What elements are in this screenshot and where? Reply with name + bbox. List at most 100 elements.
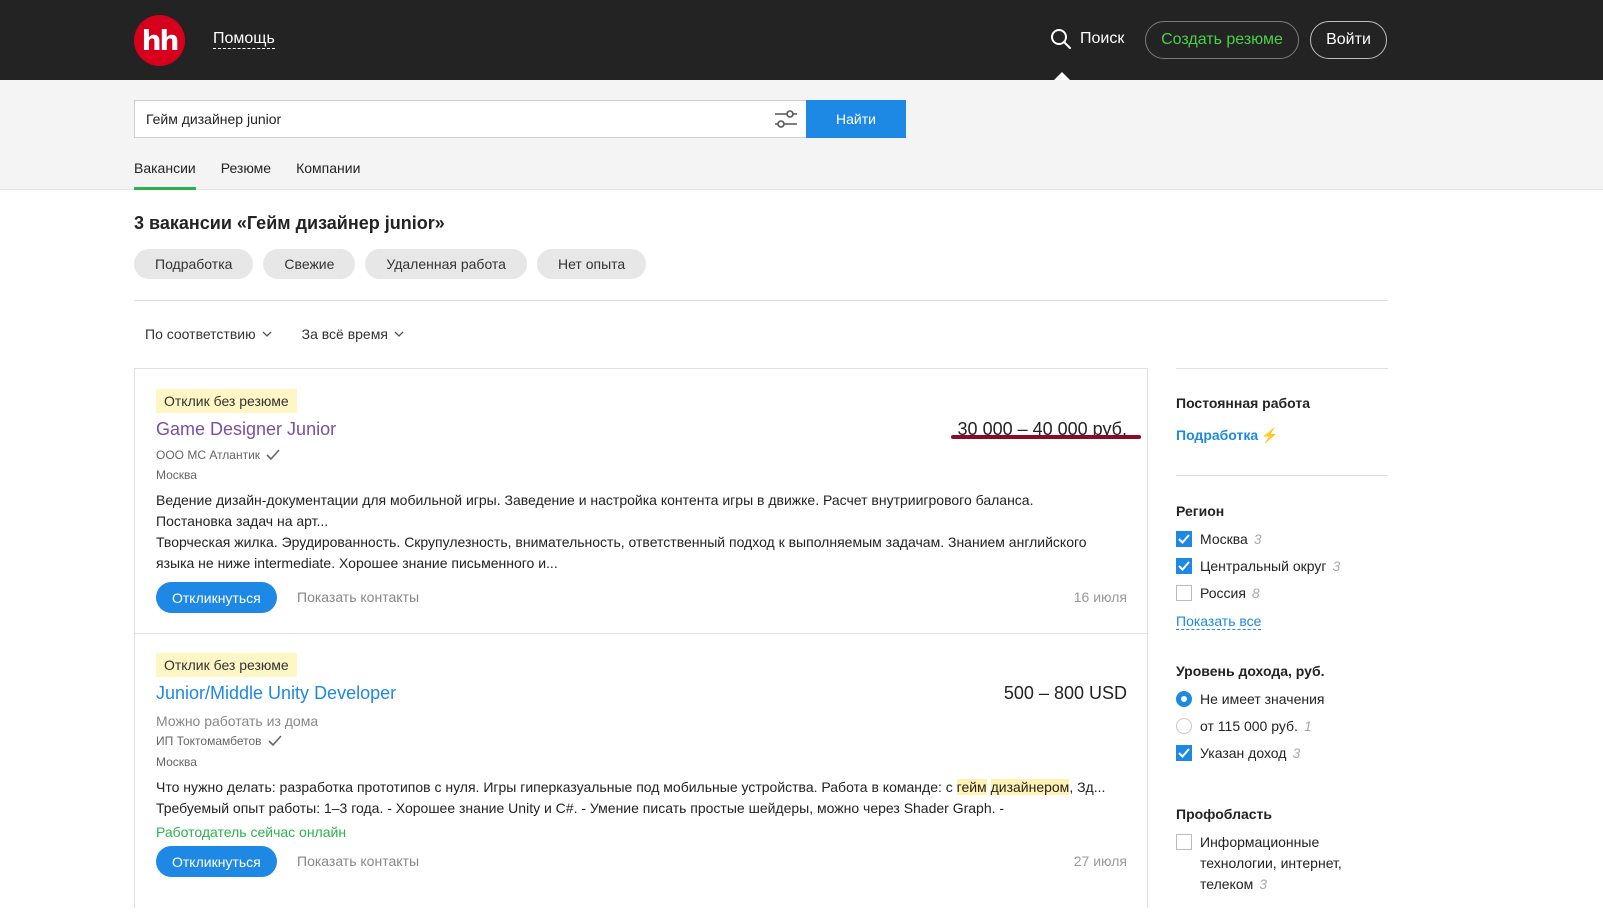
show-all-regions-link[interactable]: Показать все: [1176, 613, 1262, 630]
sort-period-label: За всё время: [301, 326, 388, 342]
income-option[interactable]: Указан доход 3: [1176, 743, 1300, 764]
company-name: ИП Токтомамбетов: [156, 734, 262, 748]
search-panel: Найти Вакансии Резюме Компании: [0, 80, 1603, 190]
desc-line: Постановка задач на арт...: [156, 513, 329, 529]
salary-underline-annotation: [951, 435, 1141, 439]
vacancy-card: Отклик без резюме Junior/Middle Unity De…: [135, 634, 1147, 914]
company-name: ООО МС Атлантик: [156, 448, 261, 462]
region-option[interactable]: Россия 8: [1176, 583, 1260, 604]
tab-vacancies[interactable]: Вакансии: [134, 160, 196, 190]
desc-text: , Зд...: [1069, 779, 1106, 795]
checkbox-checked[interactable]: [1176, 531, 1192, 547]
apply-button[interactable]: Откликнуться: [156, 582, 277, 613]
no-resume-badge: Отклик без резюме: [156, 653, 297, 677]
vacancy-card: Отклик без резюме Game Designer Junior 3…: [135, 369, 1147, 634]
search-nav-label: Поиск: [1080, 30, 1125, 47]
income-label: Указан доход 3: [1200, 745, 1301, 761]
top-navbar: hh Помощь Поиск Создать резюме Войти: [0, 0, 1603, 80]
option-count: 3: [1292, 745, 1301, 761]
desc-line: Требуемый опыт работы: 1–3 года. - Хорош…: [156, 800, 1005, 816]
region-label: Москва 3: [1200, 531, 1262, 547]
checkbox-unchecked[interactable]: [1176, 585, 1192, 601]
company-link[interactable]: ИП Токтомамбетов: [156, 734, 282, 748]
profarea-label: Информационные технологии, интернет, тел…: [1200, 834, 1342, 892]
results-title: 3 вакансии «Гейм дизайнер junior»: [134, 213, 445, 233]
part-time-link[interactable]: Подработка ⚡: [1176, 427, 1279, 444]
create-resume-button[interactable]: Создать резюме: [1145, 21, 1299, 59]
help-link[interactable]: Помощь: [213, 30, 275, 49]
option-count: 8: [1251, 585, 1260, 601]
region-label: Россия 8: [1200, 585, 1260, 601]
option-count: 3: [1259, 876, 1268, 892]
search-tabs: Вакансии Резюме Компании: [134, 160, 360, 190]
find-button[interactable]: Найти: [806, 100, 906, 138]
chip-part-time[interactable]: Подработка: [134, 249, 254, 279]
vacancy-description: Что нужно делать: разработка прототипов …: [156, 777, 1116, 819]
region-option[interactable]: Москва 3: [1176, 529, 1262, 550]
desc-text: Что нужно делать: разработка прототипов …: [156, 779, 957, 795]
desc-line: Ведение дизайн-документации для мобильно…: [156, 492, 1034, 508]
check-icon: [1178, 748, 1190, 758]
desc-line: Творческая жилка. Эрудированность. Скруп…: [156, 534, 1087, 550]
highlight-match: гейм: [956, 779, 987, 795]
divider: [134, 300, 1388, 301]
desc-line: языка не ниже intermediate. Хорошее знан…: [156, 555, 558, 571]
show-contacts-link[interactable]: Показать контакты: [297, 589, 419, 605]
income-label: Не имеет значения: [1200, 691, 1325, 707]
profarea-heading: Профобласть: [1176, 806, 1273, 822]
vacancy-description: Ведение дизайн-документации для мобильно…: [156, 490, 1116, 574]
chip-fresh[interactable]: Свежие: [263, 249, 356, 279]
highlight-match: дизайнером: [990, 779, 1070, 795]
company-link[interactable]: ООО МС Атлантик: [156, 448, 280, 462]
search-box: [134, 100, 807, 138]
show-contacts-link[interactable]: Показать контакты: [297, 853, 419, 869]
search-icon: [1051, 29, 1071, 49]
chip-no-experience[interactable]: Нет опыта: [536, 249, 647, 279]
sort-order-label: По соответствию: [145, 326, 256, 342]
region-label: Центральный округ 3: [1200, 558, 1341, 574]
quick-filter-chips: Подработка Свежие Удаленная работа Нет о…: [134, 249, 647, 279]
sort-row: По соответствию За всё время: [145, 326, 404, 342]
income-label: от 115 000 руб. 1: [1200, 718, 1312, 734]
apply-button[interactable]: Откликнуться: [156, 846, 277, 877]
verified-check-icon: [267, 735, 282, 747]
checkbox-unchecked[interactable]: [1176, 834, 1192, 850]
employer-online-status: Работодатель сейчас онлайн: [156, 824, 347, 840]
part-time-label: Подработка: [1176, 427, 1259, 443]
vacancy-date: 16 июля: [1073, 589, 1127, 605]
sort-order-dropdown[interactable]: По соответствию: [145, 326, 272, 342]
divider: [1176, 475, 1388, 476]
checkbox-checked[interactable]: [1176, 558, 1192, 574]
chip-remote[interactable]: Удаленная работа: [365, 249, 527, 279]
vacancy-title-link[interactable]: Junior/Middle Unity Developer: [156, 683, 396, 704]
hh-logo[interactable]: hh: [134, 15, 185, 66]
verified-check-icon: [266, 449, 280, 461]
region-option[interactable]: Центральный округ 3: [1176, 556, 1340, 577]
sort-period-dropdown[interactable]: За всё время: [302, 326, 404, 342]
income-option[interactable]: Не имеет значения: [1176, 689, 1324, 710]
vacancy-salary: 500 – 800 USD: [1003, 683, 1127, 703]
divider: [1176, 368, 1388, 369]
login-button[interactable]: Войти: [1310, 21, 1387, 59]
profarea-option[interactable]: Информационные технологии, интернет, тел…: [1176, 832, 1342, 895]
search-nav-link[interactable]: Поиск: [1050, 28, 1124, 50]
active-nav-caret: [1054, 72, 1070, 80]
region-heading: Регион: [1176, 503, 1225, 519]
lightning-icon: ⚡: [1261, 427, 1279, 443]
income-option[interactable]: от 115 000 руб. 1: [1176, 716, 1312, 737]
radio-unselected[interactable]: [1176, 718, 1192, 734]
vacancy-date: 27 июля: [1073, 853, 1127, 869]
desc-text: [987, 779, 991, 795]
advanced-filter-icon[interactable]: [773, 108, 799, 130]
vacancy-title-link[interactable]: Game Designer Junior: [156, 419, 336, 440]
tab-resumes[interactable]: Резюме: [221, 160, 271, 190]
option-count: 1: [1303, 718, 1312, 734]
desc-line: Что нужно делать: разработка прототипов …: [156, 777, 1116, 798]
search-input[interactable]: [135, 101, 755, 137]
radio-selected[interactable]: [1176, 691, 1192, 707]
chevron-down-icon: [394, 331, 404, 337]
checkbox-checked[interactable]: [1176, 745, 1192, 761]
no-resume-badge: Отклик без резюме: [156, 389, 297, 413]
tab-companies[interactable]: Компании: [296, 160, 360, 190]
vacancy-city: Москва: [156, 755, 197, 769]
